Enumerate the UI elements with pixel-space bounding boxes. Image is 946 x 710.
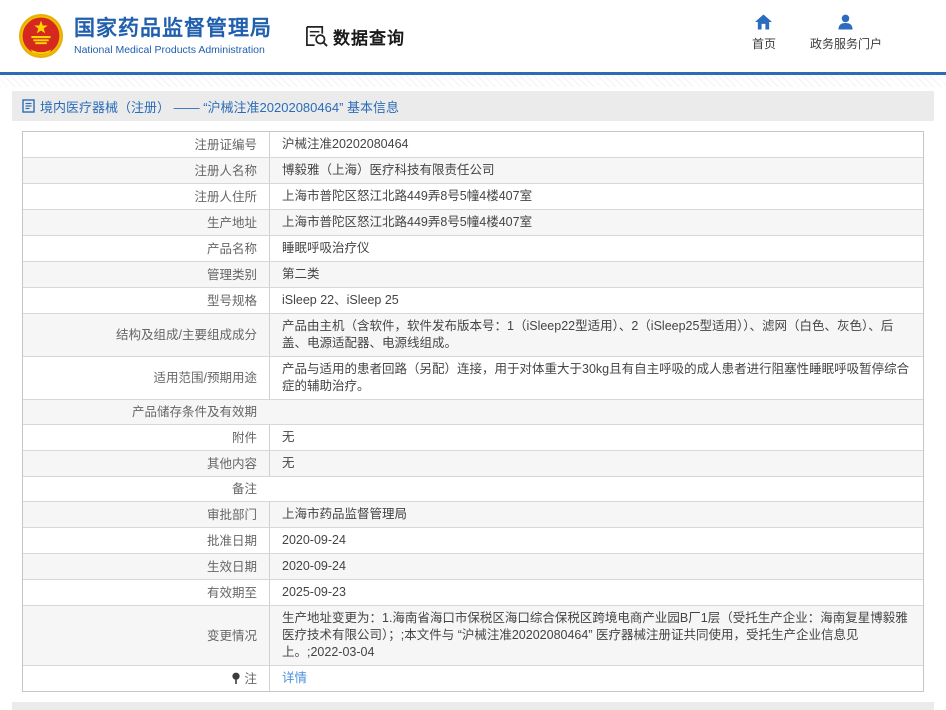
row-label: 有效期至 [207,585,257,601]
row-label: 型号规格 [207,293,257,309]
row-value: 无 [282,429,295,446]
row-value: 上海市普陀区怒江北路449弄8号5幢4楼407室 [282,188,532,205]
pin-icon [231,672,241,685]
doc-icon [22,99,35,113]
nav-portal[interactable]: 政务服务门户 [810,14,882,52]
table-row: 结构及组成/主要组成成分 产品由主机（含软件，软件发布版本号：1（iSleep2… [23,313,923,356]
row-label: 审批部门 [207,507,257,523]
row-label: 批准日期 [207,533,257,549]
table-row: 生效日期 2020-09-24 [23,553,923,579]
breadcrumb: 境内医疗器械（注册） —— “沪械注准20202080464” 基本信息 [12,91,934,121]
row-value: 2020-09-24 [282,532,346,549]
row-label: 产品名称 [207,241,257,257]
row-value: 产品由主机（含软件，软件发布版本号：1（iSleep22型适用）、2（iSlee… [282,318,911,352]
row-value: 上海市药品监督管理局 [282,506,407,523]
row-label: 其他内容 [207,456,257,472]
national-emblem-logo [18,13,64,59]
row-label: 备注 [232,481,257,497]
table-row: 有效期至 2025-09-23 [23,579,923,605]
row-label: 注册人住所 [194,189,257,205]
table-row: 生产地址 上海市普陀区怒江北路449弄8号5幢4楼407室 [23,209,923,235]
row-label: 注册人名称 [194,163,257,179]
row-value: 2020-09-24 [282,558,346,575]
data-query-nav[interactable]: 数据查询 [304,24,405,49]
row-label: 附件 [232,430,257,446]
row-value: 博毅雅（上海）医疗科技有限责任公司 [282,162,495,179]
detail-link[interactable]: 详情 [282,670,307,687]
row-value: 无 [282,455,295,472]
user-icon [837,14,854,30]
site-header: 国家药品监督管理局 National Medical Products Admi… [0,0,946,72]
table-row: 附件 无 [23,424,923,450]
row-value: 上海市普陀区怒江北路449弄8号5幢4楼407室 [282,214,532,231]
brand-block: 国家药品监督管理局 National Medical Products Admi… [74,16,272,55]
row-label: 注册证编号 [194,137,257,153]
table-row: 其他内容 无 [23,450,923,476]
row-label: 产品储存条件及有效期 [132,404,257,420]
row-value: 睡眠呼吸治疗仪 [282,240,370,257]
nav-portal-label: 政务服务门户 [810,35,882,52]
data-query-label: 数据查询 [333,24,405,49]
doc-search-icon [304,25,329,48]
table-row: 审批部门 上海市药品监督管理局 [23,501,923,527]
breadcrumb-text: 境内医疗器械（注册） —— “沪械注准20202080464” 基本信息 [40,97,399,116]
row-label: 生产地址 [207,215,257,231]
site-title: 国家药品监督管理局 [74,16,272,41]
nav-home[interactable]: 首页 [752,14,776,52]
home-icon [755,14,772,30]
row-value: 沪械注准20202080464 [282,136,408,153]
row-value: 第二类 [282,266,320,283]
top-nav: 首页 政务服务门户 [752,14,882,52]
info-table: 注册证编号 沪械注准20202080464 注册人名称 博毅雅（上海）医疗科技有… [22,131,924,692]
content-panel: 境内医疗器械（注册） —— “沪械注准20202080464” 基本信息 注册证… [12,91,934,710]
table-row: 产品储存条件及有效期 [23,399,923,424]
hatch-texture [0,75,946,87]
nav-home-label: 首页 [752,35,776,52]
table-row: 管理类别 第二类 [23,261,923,287]
table-row: 变更情况 生产地址变更为：1.海南省海口市保税区海口综合保税区跨境电商产业园B厂… [23,605,923,665]
row-label: 结构及组成/主要组成成分 [116,327,257,343]
table-row: 适用范围/预期用途 产品与适用的患者回路（另配）连接，用于对体重大于30kg且有… [23,356,923,399]
table-row: 备注 [23,476,923,501]
table-row: 产品名称 睡眠呼吸治疗仪 [23,235,923,261]
table-row: 型号规格 iSleep 22、iSleep 25 [23,287,923,313]
row-label: 变更情况 [207,628,257,644]
row-value: 生产地址变更为：1.海南省海口市保税区海口综合保税区跨境电商产业园B厂1层（受托… [282,610,911,661]
row-value: iSleep 22、iSleep 25 [282,292,399,309]
table-row: 注册人名称 博毅雅（上海）医疗科技有限责任公司 [23,157,923,183]
row-label: 适用范围/预期用途 [154,370,257,386]
table-row: 注册人住所 上海市普陀区怒江北路449弄8号5幢4楼407室 [23,183,923,209]
row-label: 管理类别 [207,267,257,283]
table-row: 批准日期 2020-09-24 [23,527,923,553]
row-label: 注 [244,671,257,687]
row-value: 2025-09-23 [282,584,346,601]
row-label: 生效日期 [207,559,257,575]
site-subtitle: National Medical Products Administration [74,44,272,56]
table-row: 注 详情 [23,665,923,691]
row-value: 产品与适用的患者回路（另配）连接，用于对体重大于30kg且有自主呼吸的成人患者进… [282,361,911,395]
table-row: 注册证编号 沪械注准20202080464 [23,132,923,157]
table-wrapper: 注册证编号 沪械注准20202080464 注册人名称 博毅雅（上海）医疗科技有… [12,121,934,702]
